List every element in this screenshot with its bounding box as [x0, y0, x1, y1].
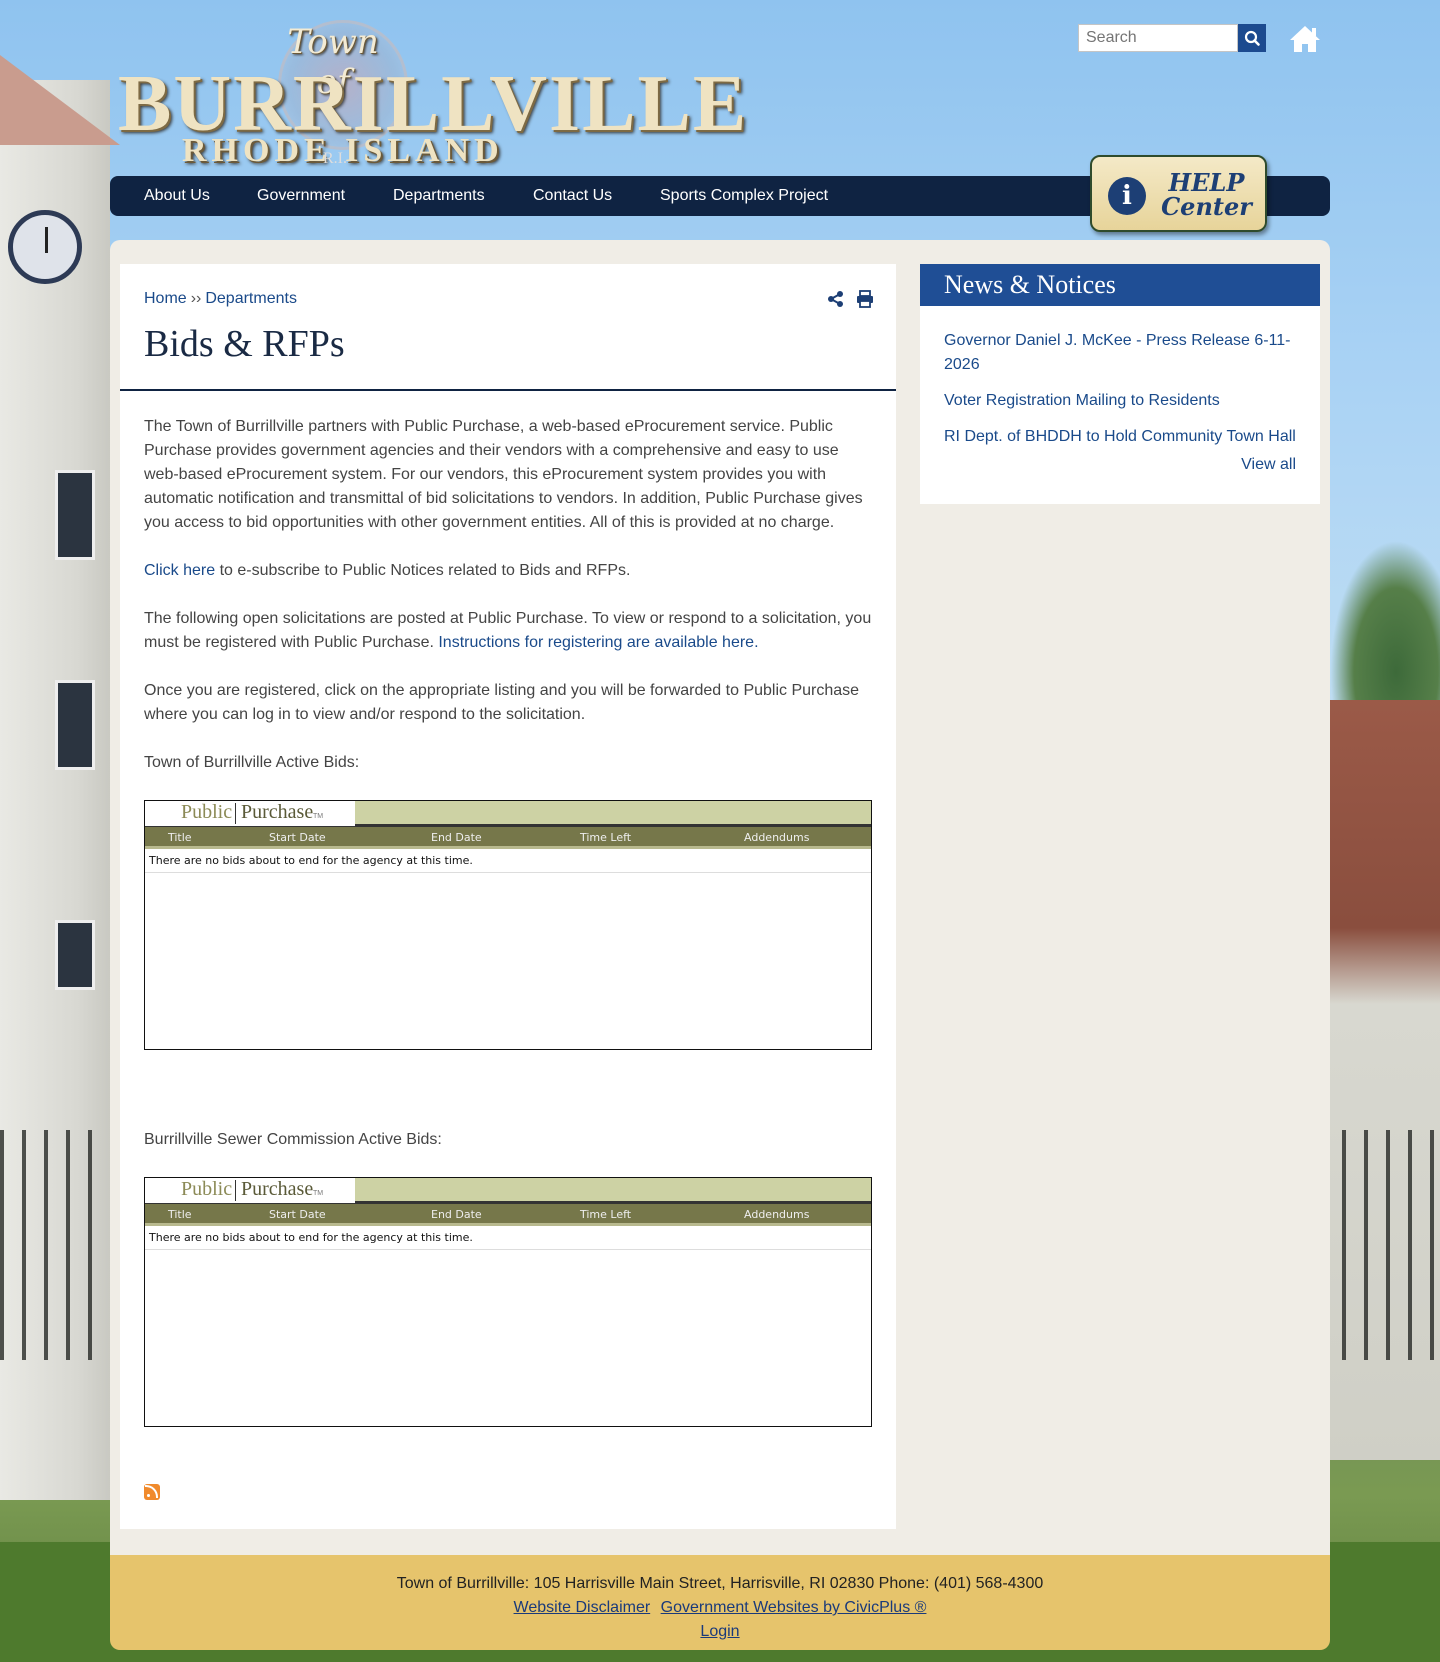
nav-government[interactable]: Government — [257, 176, 345, 216]
help-label-line2: Center — [1161, 192, 1252, 221]
no-bids-message: There are no bids about to end for the a… — [145, 1226, 871, 1250]
nav-about-us[interactable]: About Us — [144, 176, 210, 216]
search-icon — [1244, 30, 1260, 46]
background-clock — [8, 210, 82, 284]
pp-logo-divider — [235, 1180, 236, 1201]
view-all-link[interactable]: View all — [1241, 456, 1296, 474]
pp-logo-tm: TM — [313, 813, 324, 820]
civicplus-link[interactable]: Government Websites by CivicPlus ® — [661, 1599, 927, 1616]
login-link[interactable]: Login — [700, 1623, 739, 1640]
sewer-bids-widget: Public Purchase TM Title Start Date End … — [144, 1177, 872, 1427]
footer-links: Website Disclaimer Government Websites b… — [110, 1599, 1330, 1617]
site-logo[interactable]: Town of BURRILLVILLE RHODE ISLAND R.I. — [118, 20, 746, 170]
bids-column-headers: Title Start Date End Date Time Left Adde… — [145, 1204, 871, 1226]
breadcrumb-home[interactable]: Home — [144, 290, 187, 307]
col-start-date[interactable]: Start Date — [269, 827, 326, 849]
breadcrumb-departments[interactable]: Departments — [205, 290, 297, 307]
background-roof — [0, 55, 120, 145]
sewer-bids-label: Burrillville Sewer Commission Active Bid… — [144, 1131, 442, 1148]
pp-logo-purchase: Purchase — [241, 801, 314, 823]
col-end-date[interactable]: End Date — [431, 827, 482, 849]
pp-logo-tm: TM — [313, 1190, 324, 1197]
info-icon: i — [1108, 177, 1146, 215]
search-input[interactable] — [1078, 24, 1238, 52]
footer-login: Login — [110, 1623, 1330, 1641]
pp-logo-public: Public — [181, 801, 233, 823]
print-icon — [857, 290, 873, 308]
col-start-date[interactable]: Start Date — [269, 1204, 326, 1226]
page-title: Bids & RFPs — [144, 323, 345, 365]
subscribe-paragraph: Click here to e-subscribe to Public Noti… — [144, 559, 874, 583]
background-window — [55, 920, 95, 990]
registering-instructions-link[interactable]: Instructions for registering are availab… — [438, 634, 758, 651]
help-center-label: HELP Center — [1154, 171, 1259, 219]
logo-ri: R.I. — [323, 150, 347, 167]
title-divider — [120, 389, 896, 391]
footer-address: Town of Burrillville: 105 Harrisville Ma… — [396, 1575, 1044, 1592]
share-button[interactable] — [827, 290, 845, 308]
main-content: Home ›› Departments Bids & RFPs The Town o… — [120, 264, 896, 1529]
col-addendums[interactable]: Addendums — [744, 1204, 809, 1226]
share-icon — [828, 291, 843, 307]
breadcrumb-separator: ›› — [190, 290, 202, 307]
breadcrumb: Home ›› Departments — [144, 290, 297, 308]
nav-sports-complex-project[interactable]: Sports Complex Project — [660, 176, 828, 216]
nav-contact-us[interactable]: Contact Us — [533, 176, 612, 216]
search-button[interactable] — [1238, 24, 1266, 52]
town-bids-label: Town of Burrillville Active Bids: — [144, 754, 360, 771]
town-bids-widget: Public Purchase TM Title Start Date End … — [144, 800, 872, 1050]
home-button[interactable] — [1288, 24, 1322, 54]
pp-logo-purchase: Purchase — [241, 1178, 314, 1200]
news-item[interactable]: RI Dept. of BHDDH to Hold Community Town… — [944, 425, 1304, 449]
intro-paragraph: The Town of Burrillville partners with P… — [144, 418, 863, 531]
news-notices-panel: News & Notices Governor Daniel J. McKee … — [920, 264, 1320, 504]
background-window — [55, 680, 95, 770]
subscribe-link[interactable]: Click here — [144, 562, 215, 579]
pp-logo-divider — [235, 803, 236, 824]
col-time-left[interactable]: Time Left — [580, 827, 631, 849]
col-addendums[interactable]: Addendums — [744, 827, 809, 849]
col-title[interactable]: Title — [168, 827, 192, 849]
website-disclaimer-link[interactable]: Website Disclaimer — [514, 1599, 651, 1616]
col-time-left[interactable]: Time Left — [580, 1204, 631, 1226]
col-title[interactable]: Title — [168, 1204, 192, 1226]
bids-column-headers: Title Start Date End Date Time Left Adde… — [145, 827, 871, 849]
news-item[interactable]: Governor Daniel J. McKee - Press Release… — [944, 329, 1304, 377]
col-end-date[interactable]: End Date — [431, 1204, 482, 1226]
subscribe-text: to e-subscribe to Public Notices related… — [215, 562, 631, 579]
help-center-button[interactable]: i HELP Center — [1090, 155, 1267, 232]
solicitations-paragraph: The following open solicitations are pos… — [144, 607, 874, 655]
public-purchase-logo[interactable]: Public Purchase TM — [145, 1178, 355, 1203]
news-item[interactable]: Voter Registration Mailing to Residents — [944, 389, 1304, 413]
news-notices-heading: News & Notices — [920, 264, 1320, 306]
site-footer: Town of Burrillville: 105 Harrisville Ma… — [110, 1555, 1330, 1650]
home-icon — [1290, 26, 1320, 52]
pp-logo-public: Public — [181, 1178, 233, 1200]
registered-paragraph: Once you are registered, click on the ap… — [144, 682, 860, 723]
nav-departments[interactable]: Departments — [393, 176, 485, 216]
public-purchase-header: Public Purchase TM — [145, 1178, 871, 1204]
background-window — [55, 470, 95, 560]
public-purchase-header: Public Purchase TM — [145, 801, 871, 827]
public-purchase-logo[interactable]: Public Purchase TM — [145, 801, 355, 826]
no-bids-message: There are no bids about to end for the a… — [145, 849, 871, 873]
rss-icon[interactable] — [144, 1484, 160, 1500]
print-button[interactable] — [856, 290, 874, 308]
